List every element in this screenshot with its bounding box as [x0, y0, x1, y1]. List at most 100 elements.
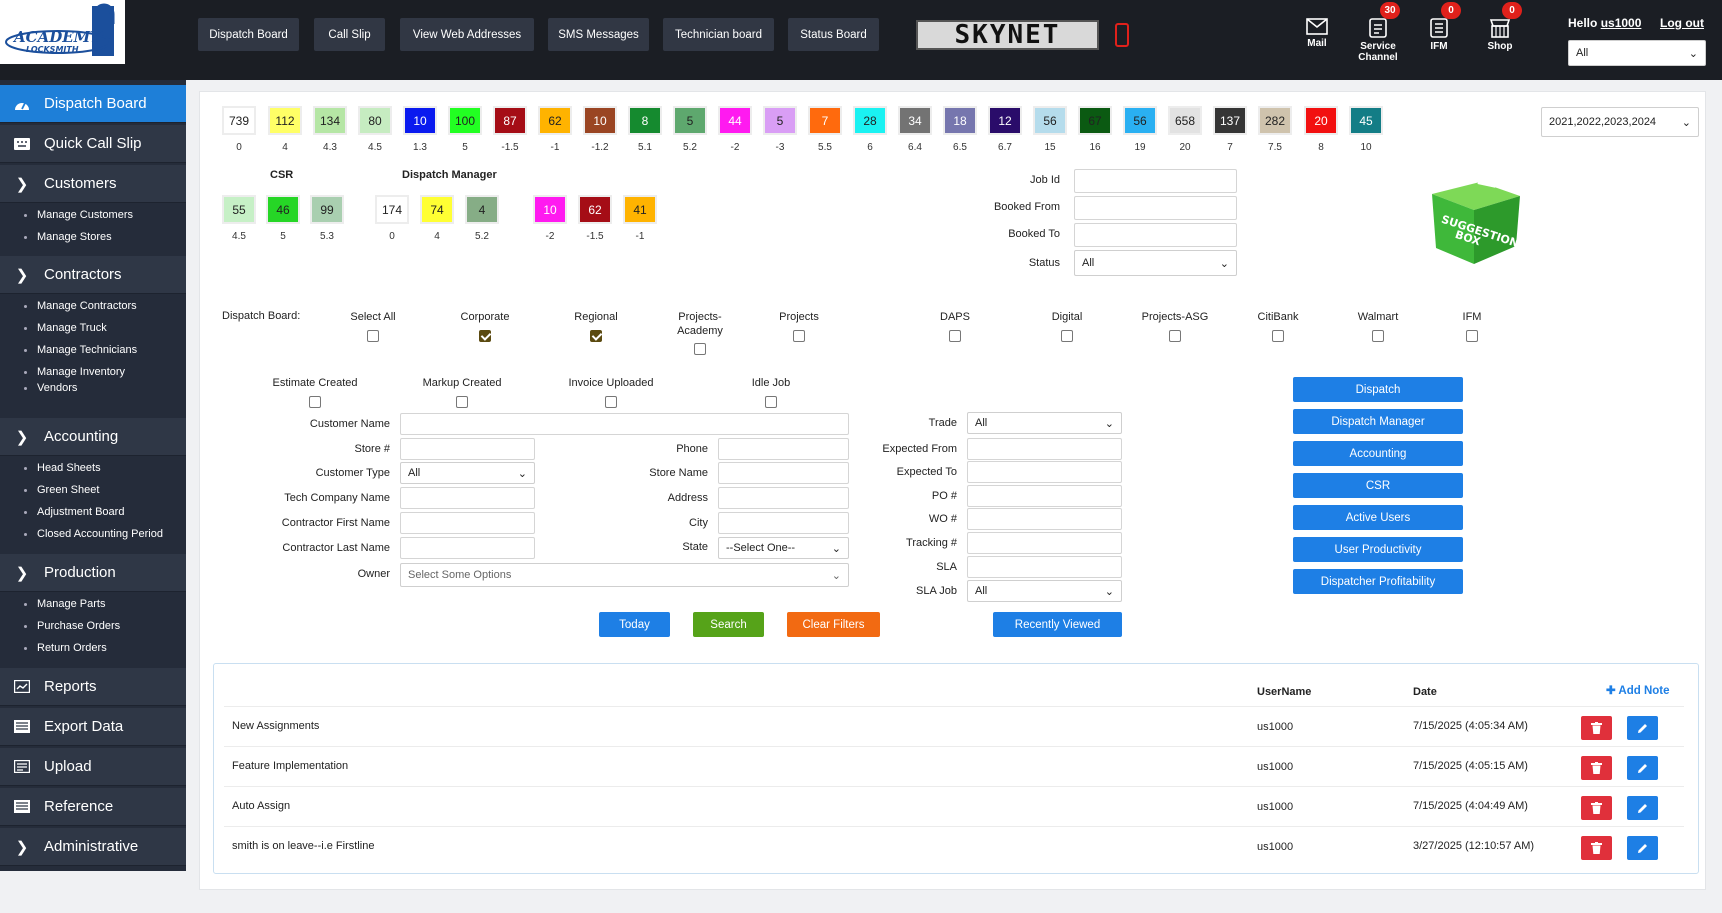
recently-viewed-button[interactable]: Recently Viewed [993, 612, 1122, 637]
report-active-users-button[interactable]: Active Users [1293, 505, 1463, 530]
sidebar-sub-vendors[interactable]: Vendors [23, 382, 77, 394]
board-filter-checkbox[interactable] [694, 343, 706, 355]
counter-box[interactable]: 56 [1033, 106, 1067, 135]
counter-box[interactable]: 56 [1123, 106, 1157, 135]
counter-box[interactable]: 4 [465, 195, 499, 224]
booked-from-input[interactable] [1074, 196, 1237, 220]
counter-box[interactable]: 99 [310, 195, 344, 224]
nav-status-board[interactable]: Status Board [788, 18, 879, 51]
add-note-button[interactable]: ✚ Add Note [1606, 683, 1670, 697]
counter-box[interactable]: 658 [1168, 106, 1202, 135]
sidebar-item-production[interactable]: ❯ Production [0, 554, 186, 592]
counter-box[interactable]: 8 [628, 106, 662, 135]
sidebar-sub-purchase-orders[interactable]: Purchase Orders [23, 620, 120, 632]
status-select[interactable]: All ⌄ [1074, 250, 1237, 276]
job-id-input[interactable] [1074, 169, 1237, 193]
counter-box[interactable]: 7 [808, 106, 842, 135]
sidebar-item-export-data[interactable]: Export Data [0, 708, 186, 746]
suggestion-box-image[interactable]: SUGGESTION BOX [1422, 166, 1532, 266]
counter-box[interactable]: 74 [420, 195, 454, 224]
board-filter-checkbox[interactable] [1372, 330, 1384, 342]
sidebar-item-quick-call-slip[interactable]: Quick Call Slip [0, 125, 186, 163]
sidebar-sub-closed-accounting-period[interactable]: Closed Accounting Period [24, 528, 163, 540]
board-filter-checkbox[interactable] [793, 330, 805, 342]
sidebar-item-dispatch-board[interactable]: Dispatch Board [0, 85, 186, 123]
counter-box[interactable]: 46 [266, 195, 300, 224]
today-button[interactable]: Today [599, 612, 670, 637]
nav-view-web-addresses[interactable]: View Web Addresses [400, 18, 534, 51]
counter-box[interactable]: 34 [898, 106, 932, 135]
booked-to-input[interactable] [1074, 223, 1237, 247]
edit-note-button[interactable] [1627, 796, 1658, 820]
sla-job-select[interactable]: All ⌄ [967, 580, 1122, 602]
mobile-phone-icon[interactable] [1115, 23, 1129, 47]
counter-box[interactable]: 12 [988, 106, 1022, 135]
sidebar-sub-green-sheet[interactable]: Green Sheet [23, 484, 99, 496]
nav-sms-messages[interactable]: SMS Messages [548, 18, 649, 51]
counter-box[interactable]: 80 [358, 106, 392, 135]
board-filter-checkbox[interactable] [367, 330, 379, 342]
edit-note-button[interactable] [1627, 756, 1658, 780]
report-csr-button[interactable]: CSR [1293, 473, 1463, 498]
edit-note-button[interactable] [1627, 716, 1658, 740]
counter-box[interactable]: 739 [222, 106, 256, 135]
expected-to-input[interactable] [967, 461, 1122, 483]
report-dispatch-manager-button[interactable]: Dispatch Manager [1293, 409, 1463, 434]
contractor-first-input[interactable] [400, 512, 535, 534]
sidebar-sub-adjustment-board[interactable]: Adjustment Board [23, 506, 124, 518]
sidebar-sub-manage-technicians[interactable]: Manage Technicians [23, 344, 137, 356]
counter-box[interactable]: 62 [578, 195, 612, 224]
sidebar-item-customers[interactable]: ❯ Customers [0, 165, 186, 203]
counter-box[interactable]: 55 [222, 195, 256, 224]
customer-type-select[interactable]: All ⌄ [400, 462, 535, 484]
counter-box[interactable]: 5 [763, 106, 797, 135]
year-select[interactable]: 2021,2022,2023,2024 ⌄ [1541, 107, 1699, 137]
counter-box[interactable]: 62 [538, 106, 572, 135]
counter-box[interactable]: 18 [943, 106, 977, 135]
board-filter-checkbox[interactable] [949, 330, 961, 342]
wo-input[interactable] [967, 508, 1122, 530]
counter-box[interactable]: 137 [1213, 106, 1247, 135]
counter-box[interactable]: 5 [673, 106, 707, 135]
trade-select[interactable]: All ⌄ [967, 412, 1122, 434]
job-flag-checkbox[interactable] [765, 396, 777, 408]
delete-note-button[interactable] [1581, 716, 1612, 740]
sidebar-item-reference[interactable]: Reference [0, 788, 186, 826]
counter-box[interactable]: 67 [1078, 106, 1112, 135]
sidebar-item-administrative[interactable]: ❯ Administrative [0, 828, 186, 866]
sidebar-sub-head-sheets[interactable]: Head Sheets [24, 462, 101, 474]
counter-box[interactable]: 44 [718, 106, 752, 135]
report-dispatcher-profitability-button[interactable]: Dispatcher Profitability [1293, 569, 1463, 594]
counter-box[interactable]: 10 [583, 106, 617, 135]
state-select[interactable]: --Select One-- ⌄ [718, 537, 849, 559]
delete-note-button[interactable] [1581, 756, 1612, 780]
board-filter-checkbox[interactable] [1272, 330, 1284, 342]
store-number-input[interactable] [400, 438, 535, 460]
contractor-last-input[interactable] [400, 537, 535, 559]
report-user-productivity-button[interactable]: User Productivity [1293, 537, 1463, 562]
board-filter-checkbox[interactable] [590, 330, 602, 342]
counter-box[interactable]: 41 [623, 195, 657, 224]
job-flag-checkbox[interactable] [309, 396, 321, 408]
board-filter-checkbox[interactable] [1466, 330, 1478, 342]
sidebar-item-contractors[interactable]: ❯ Contractors [0, 256, 186, 294]
nav-call-slip[interactable]: Call Slip [314, 18, 385, 51]
sidebar-item-upload[interactable]: Upload [0, 748, 186, 786]
edit-note-button[interactable] [1627, 836, 1658, 860]
counter-box[interactable]: 45 [1349, 106, 1383, 135]
report-accounting-button[interactable]: Accounting [1293, 441, 1463, 466]
counter-box[interactable]: 10 [533, 195, 567, 224]
owner-multiselect[interactable]: Select Some Options ⌄ [400, 563, 849, 587]
sidebar-item-accounting[interactable]: ❯ Accounting [0, 418, 186, 456]
logout-link[interactable]: Log out [1660, 16, 1704, 30]
sidebar-sub-manage-customers[interactable]: Manage Customers [24, 209, 133, 221]
clear-filters-button[interactable]: Clear Filters [787, 612, 880, 637]
service-channel-link[interactable]: 30 Service Channel [1350, 2, 1406, 63]
academy-locksmith-logo[interactable]: ACADEMY LOCKSMITH [0, 0, 125, 64]
shop-link[interactable]: 0 Shop [1472, 2, 1528, 52]
counter-box[interactable]: 282 [1258, 106, 1292, 135]
nav-technician-board[interactable]: Technician board [663, 18, 774, 51]
address-input[interactable] [718, 487, 849, 509]
sidebar-sub-manage-contractors[interactable]: Manage Contractors [24, 300, 137, 312]
sla-input[interactable] [967, 556, 1122, 578]
